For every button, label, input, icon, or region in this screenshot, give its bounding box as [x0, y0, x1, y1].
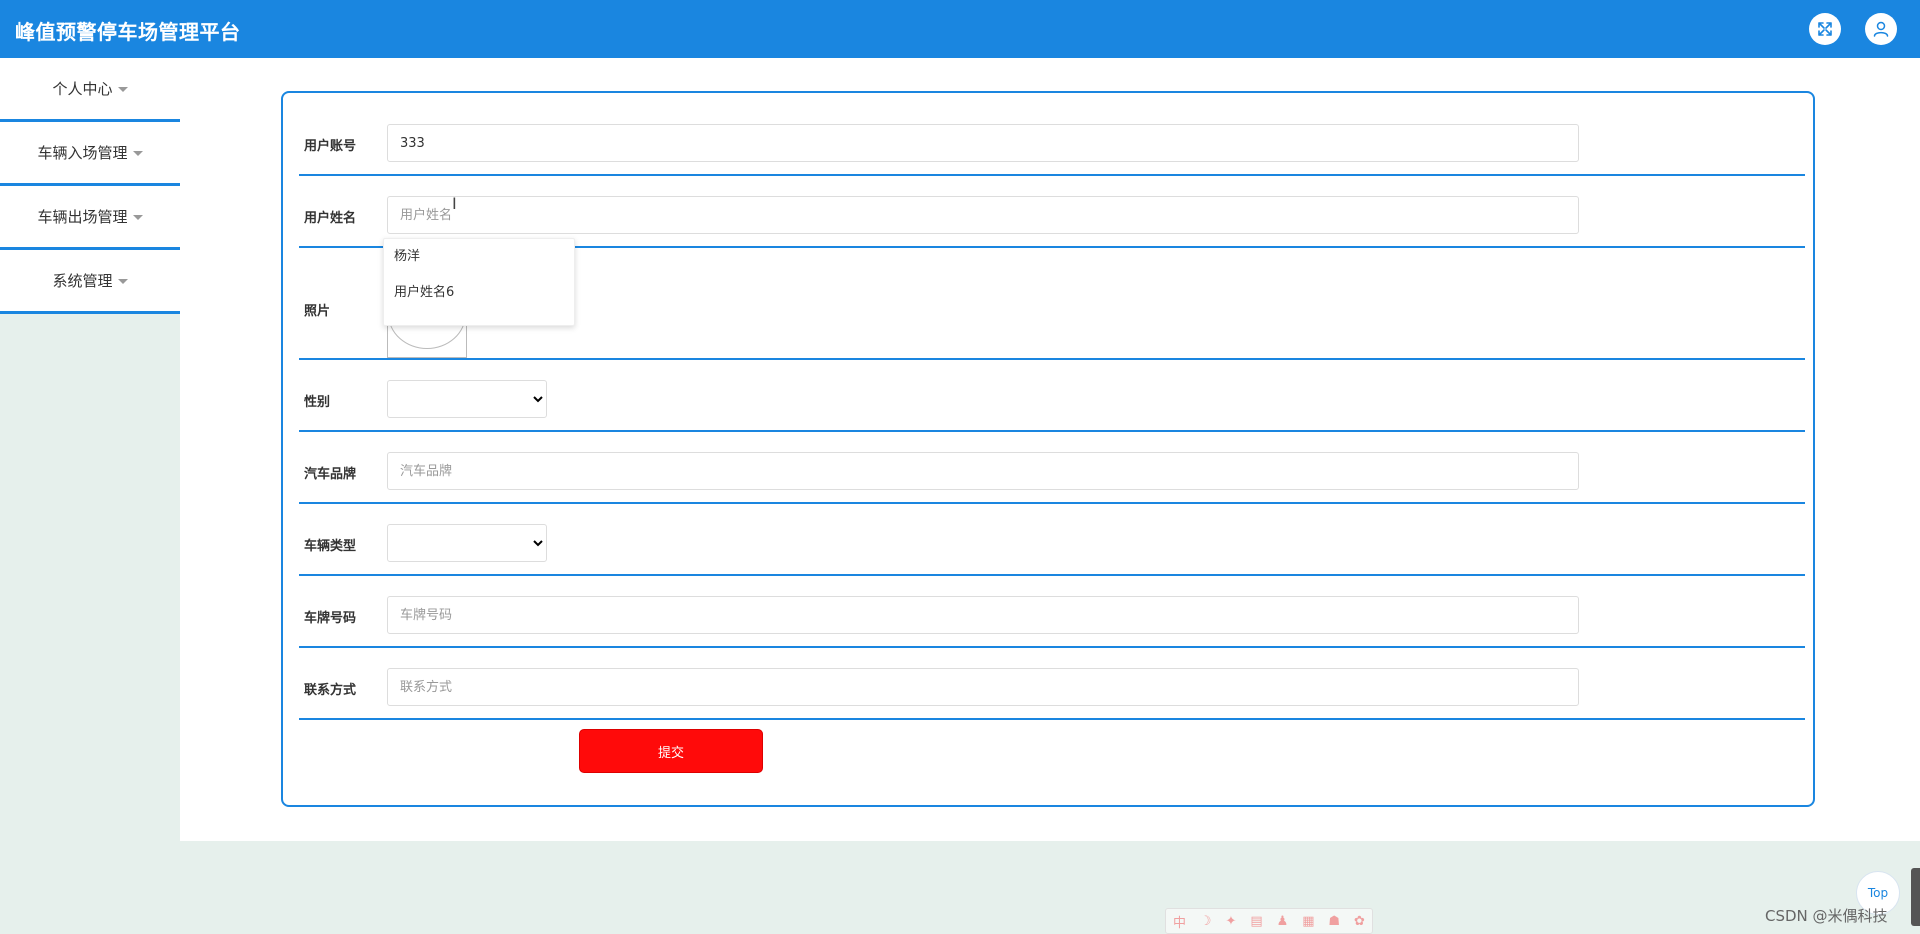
toolbar-glyph: ✿ — [1354, 913, 1365, 929]
toolbar-glyph: ♟ — [1276, 913, 1289, 929]
toolbar-glyph: ▤ — [1250, 913, 1263, 929]
sidebar: 个人中心 车辆入场管理 车辆出场管理 系统管理 — [0, 58, 180, 314]
name-label: 用户姓名 — [304, 211, 357, 226]
autocomplete-item[interactable]: 用户姓名6 — [384, 275, 574, 311]
plate-label: 车牌号码 — [304, 611, 357, 626]
ime-toolbar: 中 ☽ ✦ ▤ ♟ ▦ ☗ ✿ — [1165, 908, 1373, 934]
vehicle-type-select[interactable] — [387, 524, 547, 562]
car-brand-label: 汽车品牌 — [304, 467, 357, 482]
form-row-vehicle-type: 车辆类型 — [299, 504, 1805, 576]
contact-label: 联系方式 — [304, 683, 357, 698]
form-row-contact: 联系方式 — [299, 648, 1805, 720]
sidebar-item-system[interactable]: 系统管理 — [0, 250, 180, 314]
account-label: 用户账号 — [304, 139, 357, 154]
toolbar-glyph: ✦ — [1225, 913, 1237, 929]
autocomplete-item[interactable]: 杨洋 — [384, 239, 574, 275]
sidebar-item-label: 车辆入场管理 — [37, 144, 128, 162]
sidebar-item-label: 个人中心 — [52, 80, 113, 98]
name-input[interactable] — [387, 196, 1579, 234]
vehicle-type-label: 车辆类型 — [304, 539, 357, 554]
sidebar-item-label: 系统管理 — [52, 272, 113, 290]
top-header: 峰值预警停车场管理平台 — [0, 0, 1920, 58]
sidebar-item-label: 车辆出场管理 — [37, 208, 128, 226]
fullscreen-button[interactable] — [1809, 13, 1841, 45]
form-row-car-brand: 汽车品牌 — [299, 432, 1805, 504]
car-brand-input[interactable] — [387, 452, 1579, 490]
fullscreen-icon — [1818, 22, 1832, 36]
toolbar-glyph: ☽ — [1199, 913, 1212, 929]
text-cursor-icon: I — [452, 194, 457, 213]
user-form: 用户账号 用户姓名 照片 性别 汽车品牌 车辆类型 车牌号码 联系方式 — [281, 91, 1815, 807]
toolbar-glyph: 中 — [1172, 915, 1186, 931]
submit-button[interactable]: 提交 — [579, 729, 763, 773]
contact-input[interactable] — [387, 668, 1579, 706]
user-button[interactable] — [1865, 13, 1897, 45]
account-input[interactable] — [387, 124, 1579, 162]
caret-down-icon — [132, 151, 143, 156]
form-row-account: 用户账号 — [299, 93, 1805, 176]
sidebar-item-vehicle-exit[interactable]: 车辆出场管理 — [0, 186, 180, 250]
caret-down-icon — [117, 279, 128, 284]
plate-input[interactable] — [387, 596, 1579, 634]
toolbar-glyph: ▦ — [1302, 913, 1315, 929]
photo-label: 照片 — [304, 304, 331, 319]
sidebar-item-personal-center[interactable]: 个人中心 — [0, 58, 180, 122]
caret-down-icon — [132, 215, 143, 220]
name-autocomplete-dropdown: 杨洋 用户姓名6 — [383, 238, 575, 326]
form-row-gender: 性别 — [299, 360, 1805, 432]
app-title: 峰值预警停车场管理平台 — [15, 20, 241, 44]
user-icon — [1873, 21, 1889, 37]
toolbar-glyph: ☗ — [1328, 913, 1341, 929]
caret-down-icon — [117, 87, 128, 92]
csdn-watermark: CSDN @米偶科技 — [1765, 907, 1888, 925]
side-drawer-handle[interactable] — [1911, 868, 1920, 926]
form-row-plate: 车牌号码 — [299, 576, 1805, 648]
gender-label: 性别 — [304, 395, 331, 410]
gender-select[interactable] — [387, 380, 547, 418]
sidebar-item-vehicle-entry[interactable]: 车辆入场管理 — [0, 122, 180, 186]
